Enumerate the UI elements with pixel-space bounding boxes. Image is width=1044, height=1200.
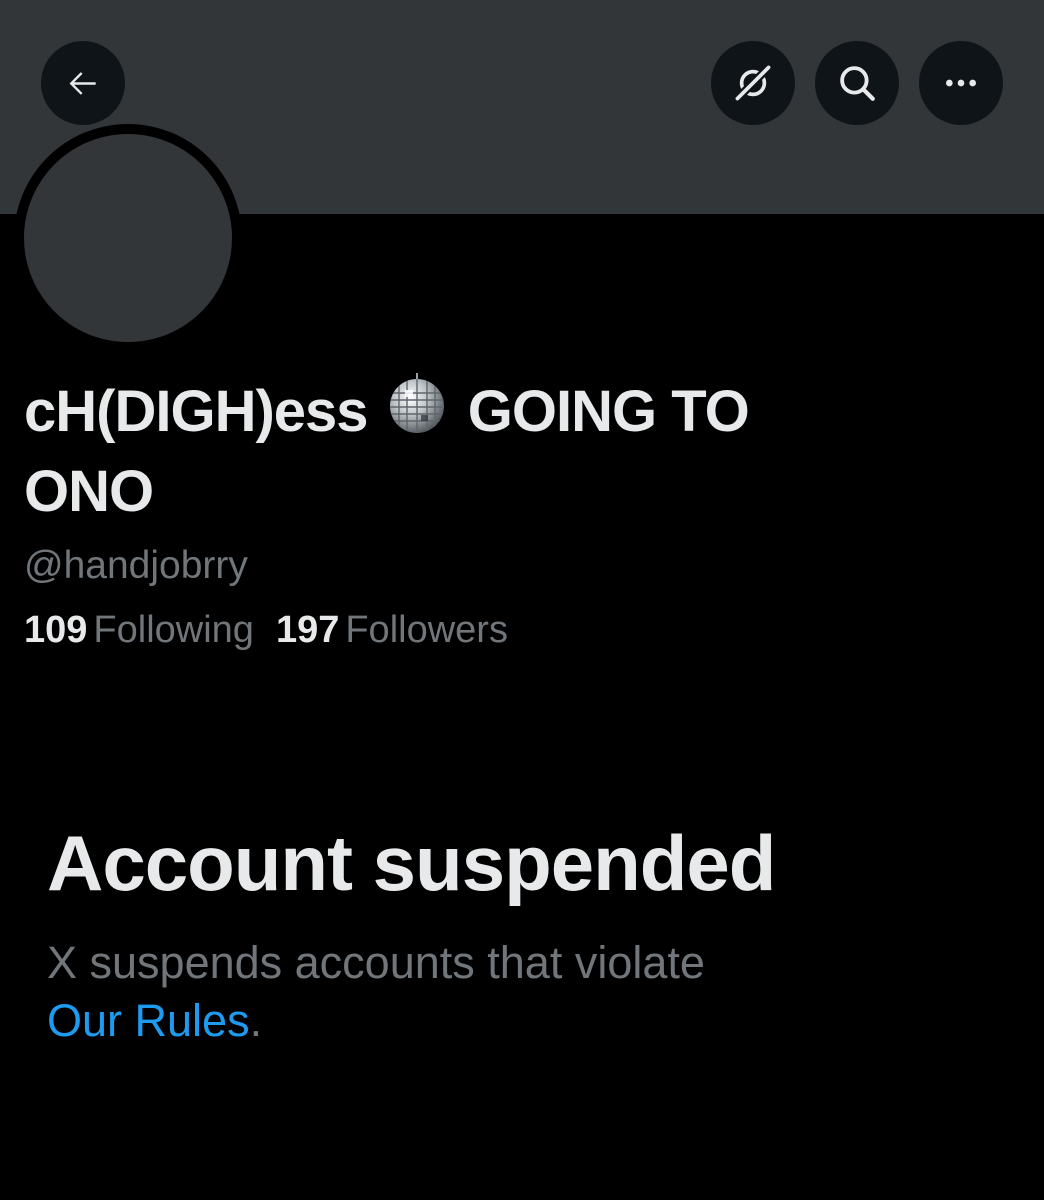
suspension-title: Account suspended bbox=[47, 819, 776, 907]
search-button[interactable] bbox=[815, 41, 899, 125]
profile-stats: 109 Following 197 Followers bbox=[24, 602, 530, 658]
following-label: Following bbox=[93, 609, 254, 651]
suspension-period: . bbox=[249, 995, 263, 1046]
display-name-part1: cH(DIGH)ess bbox=[24, 379, 369, 444]
more-options-button[interactable] bbox=[919, 41, 1003, 125]
avatar-container[interactable] bbox=[14, 124, 242, 352]
grok-icon bbox=[733, 63, 773, 103]
suspension-description-text: X suspends accounts that violate bbox=[47, 937, 705, 988]
our-rules-link[interactable]: Our Rules bbox=[47, 995, 250, 1046]
more-horizontal-icon bbox=[946, 79, 976, 87]
suspension-description: X suspends accounts that violate Our Rule… bbox=[47, 934, 947, 1050]
followers-link[interactable]: 197 Followers bbox=[276, 602, 508, 658]
search-icon bbox=[840, 66, 875, 101]
following-link[interactable]: 109 Following bbox=[24, 602, 254, 658]
avatar[interactable] bbox=[24, 134, 232, 342]
grok-button[interactable] bbox=[711, 41, 795, 125]
profile-handle: @handjobrry bbox=[24, 544, 248, 587]
followers-count: 197 bbox=[275, 609, 340, 651]
arrow-left-icon bbox=[69, 72, 96, 95]
mirror-ball-emoji bbox=[389, 373, 444, 433]
following-count: 109 bbox=[24, 609, 88, 651]
back-button[interactable] bbox=[41, 41, 125, 125]
profile-display-name: cH(DIGH)ess GOING TO ONO bbox=[24, 372, 824, 532]
followers-label: Followers bbox=[345, 609, 508, 651]
